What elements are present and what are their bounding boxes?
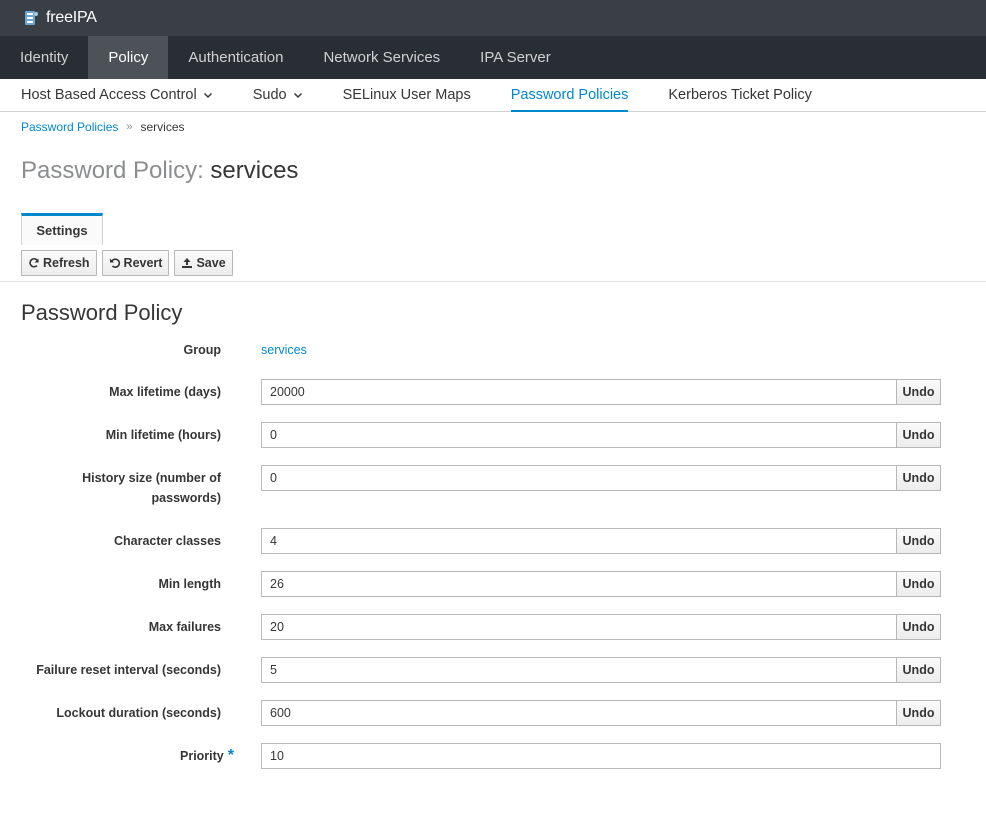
history-size-label: History size (number of passwords) (21, 468, 221, 508)
refresh-button[interactable]: Refresh (21, 250, 97, 276)
secondary-nav-label: Sudo (252, 87, 287, 103)
group-link[interactable]: services (261, 340, 307, 360)
required-indicator: * (227, 747, 234, 764)
priority-label-text: Priority (180, 749, 224, 763)
failure-reset-interval-label: Failure reset interval (seconds) (36, 663, 221, 677)
secondary-nav-password-policies[interactable]: Password Policies (510, 79, 628, 112)
undo-button[interactable]: Undo (896, 571, 941, 597)
page-title-name: services (210, 157, 299, 184)
min-lifetime-input[interactable] (261, 422, 897, 448)
undo-button[interactable]: Undo (896, 700, 941, 726)
primary-nav-identity[interactable]: Identity (0, 36, 88, 79)
page-title: Password Policy: services (21, 157, 298, 185)
character-classes-label: Character classes (113, 534, 221, 548)
min-lifetime-label: Min lifetime (hours) (105, 428, 221, 442)
freeipa-logo-icon (25, 11, 38, 25)
action-toolbar: Refresh Revert Save (21, 250, 238, 276)
secondary-nav-sudo[interactable]: Sudo (253, 79, 303, 111)
history-size-input[interactable] (261, 465, 897, 491)
min-length-label: Min length (158, 577, 222, 591)
secondary-nav-label: Host Based Access Control (21, 87, 197, 103)
primary-nav-authentication[interactable]: Authentication (168, 36, 303, 79)
upload-icon (182, 258, 193, 268)
undo-button[interactable]: Undo (896, 465, 941, 491)
breadcrumb-parent-link[interactable]: Password Policies (21, 120, 118, 134)
primary-nav-policy[interactable]: Policy (88, 36, 169, 79)
chevron-down-icon (203, 92, 212, 99)
group-label: Group (183, 343, 222, 357)
undo-button[interactable]: Undo (896, 528, 941, 554)
secondary-nav-selinux-user-maps[interactable]: SELinux User Maps (343, 79, 471, 111)
undo-button[interactable]: Undo (896, 379, 941, 405)
min-length-input[interactable] (261, 571, 897, 597)
revert-button-label: Revert (123, 256, 163, 270)
tab-settings[interactable]: Settings (21, 213, 103, 245)
section-title: Password Policy (21, 300, 183, 325)
revert-button[interactable]: Revert (101, 250, 170, 276)
primary-nav-network-services[interactable]: Network Services (303, 36, 460, 79)
save-button-label: Save (196, 256, 226, 270)
max-failures-input[interactable] (261, 614, 897, 640)
failure-reset-interval-input[interactable] (261, 657, 897, 683)
character-classes-input[interactable] (261, 528, 897, 554)
brand-bar: freeIPA (0, 0, 986, 36)
history-size-label-line2: passwords) (151, 491, 221, 505)
primary-nav-ipa-server[interactable]: IPA Server (460, 36, 571, 79)
breadcrumb: Password Policies » services (21, 120, 185, 134)
undo-button[interactable]: Undo (896, 614, 941, 640)
undo-button[interactable]: Undo (896, 422, 941, 448)
undo-icon (109, 258, 120, 268)
save-button[interactable]: Save (174, 250, 233, 276)
divider (0, 281, 986, 282)
secondary-nav-hbac[interactable]: Host Based Access Control (21, 79, 213, 111)
lockout-duration-label: Lockout duration (seconds) (56, 706, 221, 720)
priority-input[interactable] (261, 743, 941, 769)
max-failures-label: Max failures (148, 620, 221, 634)
max-lifetime-input[interactable] (261, 379, 897, 405)
priority-label: Priority * (34, 746, 234, 766)
secondary-nav-kerberos-ticket-policy[interactable]: Kerberos Ticket Policy (668, 79, 811, 111)
undo-button[interactable]: Undo (896, 657, 941, 683)
page-title-prefix: Password Policy: (21, 157, 204, 184)
secondary-nav: Host Based Access Control Sudo SELinux U… (0, 79, 986, 112)
max-lifetime-label: Max lifetime (days) (109, 385, 221, 399)
breadcrumb-separator: » (126, 121, 133, 133)
chevron-down-icon (293, 92, 302, 99)
refresh-icon (29, 258, 39, 268)
refresh-button-label: Refresh (43, 256, 90, 270)
lockout-duration-input[interactable] (261, 700, 897, 726)
primary-nav: Identity Policy Authentication Network S… (0, 36, 986, 79)
brand-name[interactable]: freeIPA (46, 9, 97, 27)
breadcrumb-current: services (140, 120, 185, 134)
history-size-label-line1: History size (number of (82, 471, 221, 485)
